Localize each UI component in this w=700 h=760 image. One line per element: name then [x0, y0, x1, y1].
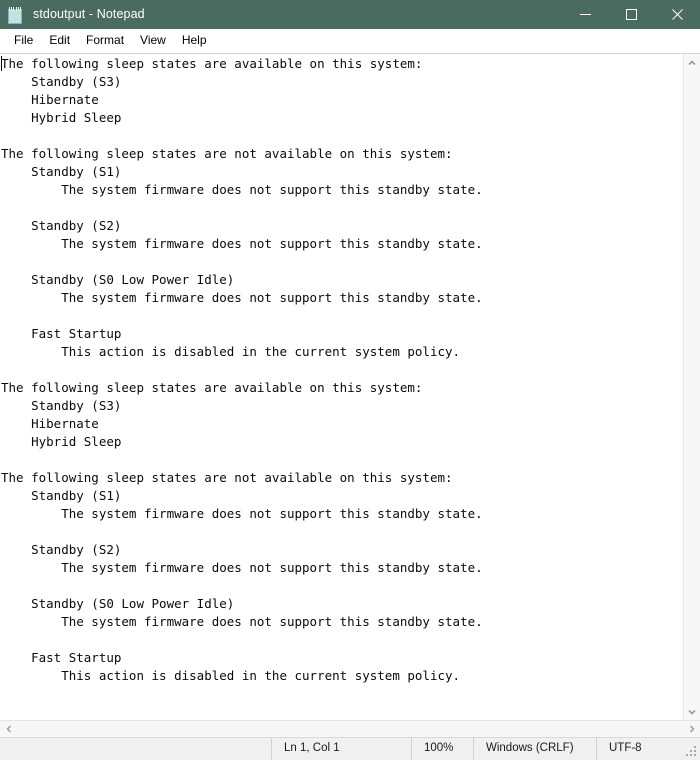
chevron-down-icon: [688, 709, 696, 715]
menu-item-file[interactable]: File: [6, 31, 41, 50]
minimize-icon: [579, 14, 591, 15]
chevron-up-icon: [688, 59, 696, 65]
close-icon: [671, 9, 683, 20]
chevron-left-icon: [6, 725, 11, 733]
menu-item-edit[interactable]: Edit: [41, 31, 78, 50]
notepad-icon: [7, 6, 24, 24]
title-bar: stdoutput - Notepad: [0, 0, 700, 29]
menu-item-view[interactable]: View: [132, 31, 174, 50]
menu-item-format[interactable]: Format: [78, 31, 132, 50]
maximize-button[interactable]: [608, 0, 654, 29]
text-caret: [1, 56, 2, 71]
status-cursor-position: Ln 1, Col 1: [272, 738, 412, 760]
window-title: stdoutput - Notepad: [33, 7, 145, 22]
status-spacer: [0, 738, 272, 760]
vertical-scroll-thumb[interactable]: [684, 71, 700, 703]
close-button[interactable]: [654, 0, 700, 29]
minimize-button[interactable]: [562, 0, 608, 29]
menu-bar: File Edit Format View Help: [0, 29, 700, 53]
resize-grip[interactable]: [686, 746, 697, 757]
menu-item-help[interactable]: Help: [174, 31, 215, 50]
horizontal-scroll-track[interactable]: [17, 721, 683, 737]
status-encoding[interactable]: UTF-8: [597, 738, 697, 760]
scroll-right-button[interactable]: [683, 721, 700, 737]
status-zoom-level[interactable]: 100%: [412, 738, 474, 760]
vertical-scroll-track[interactable]: [684, 71, 700, 703]
status-bar: Ln 1, Col 1 100% Windows (CRLF) UTF-8: [0, 737, 700, 760]
editor-region: The following sleep states are available…: [0, 53, 700, 720]
horizontal-scrollbar[interactable]: [0, 720, 700, 737]
status-line-ending[interactable]: Windows (CRLF): [474, 738, 597, 760]
vertical-scrollbar[interactable]: [683, 54, 700, 720]
text-editor[interactable]: The following sleep states are available…: [0, 54, 683, 720]
notepad-window: stdoutput - Notepad File Edit Format Vie…: [0, 0, 700, 760]
scroll-left-button[interactable]: [0, 721, 17, 737]
window-controls: [562, 0, 700, 29]
editor-text: The following sleep states are available…: [1, 56, 483, 683]
scroll-up-button[interactable]: [684, 54, 700, 71]
scroll-down-button[interactable]: [684, 703, 700, 720]
chevron-right-icon: [689, 725, 694, 733]
maximize-icon: [625, 9, 637, 20]
